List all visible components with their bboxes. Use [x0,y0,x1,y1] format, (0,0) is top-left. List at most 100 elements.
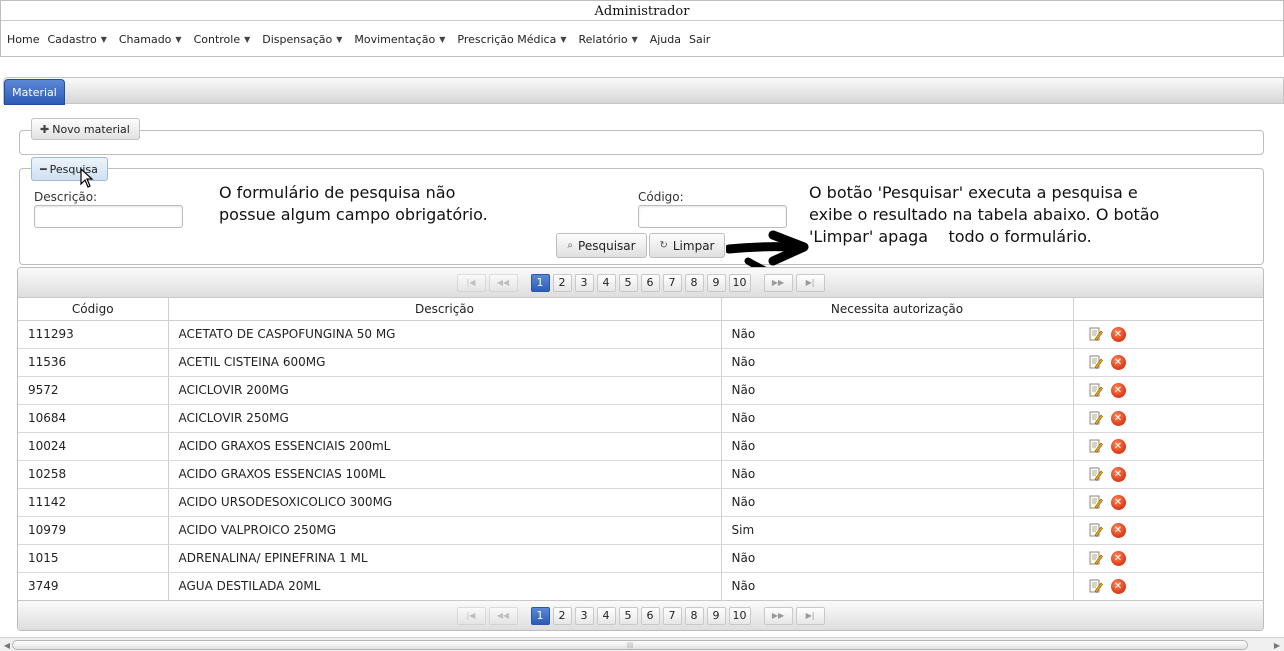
pager-bottom-page-4[interactable]: 4 [596,606,616,625]
table-row[interactable]: 11536 ACETIL CISTEINA 600MG Não ✕ [18,348,1263,377]
pager-bottom-page-3[interactable]: 3 [574,606,594,625]
cell-autorizacao: Não [721,320,1074,349]
delete-icon[interactable]: ✕ [1110,494,1126,510]
pager-top-next-page-icon[interactable]: ▶▶ [763,273,793,292]
pager-top-page-5[interactable]: 5 [618,273,638,292]
pager-top-page-10[interactable]: 10 [728,273,751,292]
scrollbar-thumb[interactable]: ||| [12,640,1248,650]
cell-descricao: ACICLOVIR 250MG [168,404,722,433]
codigo-input[interactable] [638,205,787,228]
novo-material-button[interactable]: ✚ Novo material [31,118,140,140]
pager-top-prev-page-icon[interactable]: ◀◀ [488,273,518,292]
pager-bottom-page-10[interactable]: 10 [728,606,751,625]
search-toggle-button[interactable]: ━ Pesquisa [31,157,108,181]
menu-item-2[interactable]: Chamado ▼ [119,33,182,46]
pager-top-last-page-icon[interactable]: ▶| [795,273,825,292]
delete-icon[interactable]: ✕ [1110,382,1126,398]
menu-item-5[interactable]: Movimentação ▼ [354,33,445,46]
edit-icon[interactable] [1089,439,1103,453]
edit-icon[interactable] [1089,383,1103,397]
novo-material-label: Novo material [52,122,130,136]
menu-item-7[interactable]: Relatório ▼ [578,33,637,46]
pager-top-page-3[interactable]: 3 [574,273,594,292]
edit-icon[interactable] [1089,327,1103,341]
edit-icon[interactable] [1089,579,1103,593]
pager-top-page-1[interactable]: 1 [530,273,550,292]
menu-item-label: Chamado [118,32,172,46]
table-row[interactable]: 10024 ACIDO GRAXOS ESSENCIAIS 200mL Não ✕ [18,432,1263,461]
delete-icon[interactable]: ✕ [1110,326,1126,342]
delete-icon[interactable]: ✕ [1110,438,1126,454]
horizontal-scrollbar[interactable]: ◀ ||| ▶ [0,637,1284,651]
cell-autorizacao: Não [721,432,1074,461]
menu-item-label: Sair [689,32,711,46]
table-row[interactable]: 10979 ACIDO VALPROICO 250MG Sim ✕ [18,516,1263,545]
table-row[interactable]: 9572 ACICLOVIR 200MG Não ✕ [18,376,1263,405]
table-row[interactable]: 3749 AGUA DESTILADA 20ML Não ✕ [18,572,1263,601]
cell-codigo: 11142 [18,488,169,517]
pager-top-page-8[interactable]: 8 [684,273,704,292]
table-row[interactable]: 10684 ACICLOVIR 250MG Não ✕ [18,404,1263,433]
cell-descricao: ACIDO GRAXOS ESSENCIAS 100ML [168,460,722,489]
menu-item-3[interactable]: Controle ▼ [194,33,251,46]
scroll-right-icon[interactable]: ▶ [1271,639,1283,651]
menu-item-9[interactable]: Sair [689,33,710,46]
column-header-descricao[interactable]: Descrição [168,298,722,321]
pager-bottom-prev-page-icon[interactable]: ◀◀ [488,606,518,625]
pager-bottom-page-9[interactable]: 9 [706,606,726,625]
pager-bottom-first-page-icon[interactable]: |◀ [456,606,486,625]
pager-bottom-page-8[interactable]: 8 [684,606,704,625]
table-row[interactable]: 1015 ADRENALINA/ EPINEFRINA 1 ML Não ✕ [18,544,1263,573]
column-header-autorizacao[interactable]: Necessita autorização [721,298,1074,321]
novo-material-panel [19,130,1264,155]
edit-icon[interactable] [1089,411,1103,425]
pager-top-page-7[interactable]: 7 [662,273,682,292]
delete-icon[interactable]: ✕ [1110,410,1126,426]
cell-descricao: ACIDO GRAXOS ESSENCIAIS 200mL [168,432,722,461]
menu-item-4[interactable]: Dispensação ▼ [262,33,342,46]
delete-icon[interactable]: ✕ [1110,578,1126,594]
delete-icon[interactable]: ✕ [1110,522,1126,538]
pager-top-page-2[interactable]: 2 [552,273,572,292]
pager-bottom-page-1[interactable]: 1 [530,606,550,625]
pager-bottom-page-2[interactable]: 2 [552,606,572,625]
edit-icon[interactable] [1089,467,1103,481]
edit-icon[interactable] [1089,355,1103,369]
edit-icon[interactable] [1089,551,1103,565]
menu-item-label: Controle [193,32,241,46]
descricao-label: Descrição: [34,190,98,204]
table-row[interactable]: 10258 ACIDO GRAXOS ESSENCIAS 100ML Não ✕ [18,460,1263,489]
menu-item-8[interactable]: Ajuda [650,33,681,46]
descricao-input[interactable] [34,205,183,228]
clear-button[interactable]: ↻ Limpar [649,233,725,258]
cell-autorizacao: Não [721,376,1074,405]
caret-down-icon: ▼ [560,34,567,44]
delete-icon[interactable]: ✕ [1110,466,1126,482]
table-row[interactable]: 111293 ACETATO DE CASPOFUNGINA 50 MG Não ✕ [18,320,1263,349]
cell-actions: ✕ [1073,432,1263,461]
menu-item-0[interactable]: Home [7,33,39,46]
edit-icon[interactable] [1089,523,1103,537]
menu-item-1[interactable]: Cadastro ▼ [47,33,106,46]
pager-top-page-4[interactable]: 4 [596,273,616,292]
refresh-icon: ↻ [659,240,668,251]
delete-icon[interactable]: ✕ [1110,550,1126,566]
menu-item-label: Movimentação [354,32,436,46]
edit-icon[interactable] [1089,495,1103,509]
pager-bottom-page-6[interactable]: 6 [640,606,660,625]
pager-bottom-page-5[interactable]: 5 [618,606,638,625]
pager-top-page-9[interactable]: 9 [706,273,726,292]
pager-top-page-6[interactable]: 6 [640,273,660,292]
pager-bottom-last-page-icon[interactable]: ▶| [795,606,825,625]
delete-icon[interactable]: ✕ [1110,354,1126,370]
menu-item-label: Ajuda [649,32,681,46]
pager-top-first-page-icon[interactable]: |◀ [456,273,486,292]
pager-bottom-page-7[interactable]: 7 [662,606,682,625]
search-button[interactable]: ⌕ Pesquisar [556,233,647,258]
tab-material[interactable]: Material [4,79,65,105]
annotation-buttons-note: O botão 'Pesquisar' executa a pesquisa e… [809,183,1165,246]
column-header-codigo[interactable]: Código [18,298,169,321]
menu-item-6[interactable]: Prescrição Médica ▼ [457,33,566,46]
table-row[interactable]: 11142 ACIDO URSODESOXICOLICO 300MG Não ✕ [18,488,1263,517]
pager-bottom-next-page-icon[interactable]: ▶▶ [763,606,793,625]
